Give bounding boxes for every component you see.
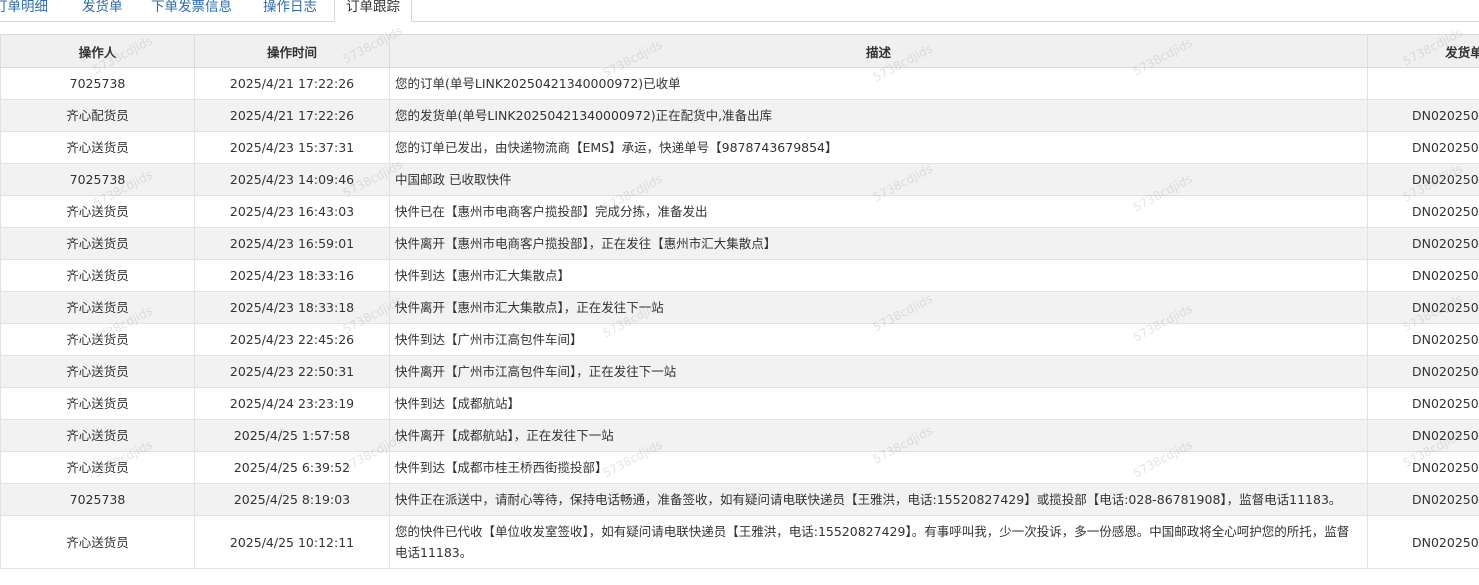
tab-bar: 订单明细 发货单 下单发票信息 操作日志 订单跟踪: [0, 0, 1479, 22]
cell-shipment: DN0202504: [1367, 355, 1479, 388]
table-row[interactable]: 齐心送货员 2025/4/24 23:23:19 快件到达【成都航站】 DN02…: [0, 387, 1479, 420]
cell-time: 2025/4/23 18:33:18: [194, 291, 390, 324]
table-row[interactable]: 齐心送货员 2025/4/25 10:12:11 您的快件已代收【单位收发室签收…: [0, 515, 1479, 569]
table-row[interactable]: 齐心送货员 2025/4/23 18:33:18 快件离开【惠州市汇大集散点】，…: [0, 291, 1479, 324]
cell-operator: 齐心送货员: [0, 387, 195, 420]
column-header-description[interactable]: 描述: [389, 34, 1368, 68]
cell-operator: 7025738: [0, 483, 195, 516]
cell-description: 快件离开【广州市江高包件车间】，正在发往下一站: [389, 355, 1368, 388]
cell-shipment: DN0202504: [1367, 515, 1479, 569]
cell-operator: 齐心送货员: [0, 195, 195, 228]
tab-order-detail[interactable]: 订单明细: [0, 0, 48, 22]
cell-time: 2025/4/23 14:09:46: [194, 163, 390, 196]
cell-time: 2025/4/25 10:12:11: [194, 515, 390, 569]
cell-time: 2025/4/21 17:22:26: [194, 67, 390, 100]
cell-shipment: DN0202504: [1367, 259, 1479, 292]
cell-description: 您的发货单(单号LINK20250421340000972)正在配货中,准备出库: [389, 99, 1368, 132]
table-row[interactable]: 齐心送货员 2025/4/23 22:50:31 快件离开【广州市江高包件车间】…: [0, 355, 1479, 388]
cell-shipment: DN0202504: [1367, 131, 1479, 164]
table-row[interactable]: 齐心送货员 2025/4/25 6:39:52 快件到达【成都市桂王桥西街揽投部…: [0, 451, 1479, 484]
cell-description: 您的订单已发出，由快递物流商【EMS】承运，快递单号【9878743679854…: [389, 131, 1368, 164]
cell-operator: 7025738: [0, 67, 195, 100]
cell-shipment: DN0202504: [1367, 451, 1479, 484]
column-header-operator[interactable]: 操作人: [0, 34, 195, 68]
cell-shipment: DN0202504: [1367, 419, 1479, 452]
cell-operator: 齐心送货员: [0, 355, 195, 388]
cell-time: 2025/4/25 8:19:03: [194, 483, 390, 516]
cell-operator: 齐心送货员: [0, 259, 195, 292]
table-row[interactable]: 齐心配货员 2025/4/21 17:22:26 您的发货单(单号LINK202…: [0, 99, 1479, 132]
table-row[interactable]: 7025738 2025/4/21 17:22:26 您的订单(单号LINK20…: [0, 67, 1479, 100]
cell-description: 快件到达【成都航站】: [389, 387, 1368, 420]
tracking-grid: 操作人 操作时间 描述 发货单 7025738 2025/4/21 17:22:…: [0, 34, 1479, 585]
tab-order-tracking[interactable]: 订单跟踪: [334, 0, 412, 22]
cell-operator: 齐心送货员: [0, 131, 195, 164]
cell-description: 快件到达【成都市桂王桥西街揽投部】: [389, 451, 1368, 484]
cell-description: 快件离开【惠州市汇大集散点】，正在发往下一站: [389, 291, 1368, 324]
cell-description: 您的订单(单号LINK20250421340000972)已收单: [389, 67, 1368, 100]
cell-time: 2025/4/25 6:39:52: [194, 451, 390, 484]
cell-shipment: DN0202504: [1367, 387, 1479, 420]
cell-time: 2025/4/23 16:59:01: [194, 227, 390, 260]
cell-shipment: DN0202504: [1367, 163, 1479, 196]
cell-shipment: DN0202504: [1367, 99, 1479, 132]
table-row[interactable]: 7025738 2025/4/25 8:19:03 快件正在派送中，请耐心等待，…: [0, 483, 1479, 516]
table-body: 7025738 2025/4/21 17:22:26 您的订单(单号LINK20…: [0, 67, 1479, 569]
cell-operator: 齐心送货员: [0, 323, 195, 356]
table-row[interactable]: 齐心送货员 2025/4/23 16:59:01 快件离开【惠州市电商客户揽投部…: [0, 227, 1479, 260]
cell-operator: 齐心送货员: [0, 515, 195, 569]
cell-time: 2025/4/24 23:23:19: [194, 387, 390, 420]
table-row[interactable]: 齐心送货员 2025/4/23 22:45:26 快件到达【广州市江高包件车间】…: [0, 323, 1479, 356]
cell-shipment: DN0202504: [1367, 483, 1479, 516]
cell-operator: 7025738: [0, 163, 195, 196]
cell-shipment: DN0202504: [1367, 195, 1479, 228]
cell-shipment: [1367, 67, 1479, 100]
cell-time: 2025/4/21 17:22:26: [194, 99, 390, 132]
table-row[interactable]: 齐心送货员 2025/4/25 1:57:58 快件离开【成都航站】，正在发往下…: [0, 419, 1479, 452]
cell-description: 快件到达【惠州市汇大集散点】: [389, 259, 1368, 292]
cell-shipment: DN0202504: [1367, 323, 1479, 356]
column-header-shipment[interactable]: 发货单: [1367, 34, 1479, 68]
cell-time: 2025/4/23 18:33:16: [194, 259, 390, 292]
tab-invoice-info[interactable]: 下单发票信息: [151, 0, 232, 22]
cell-description: 快件离开【惠州市电商客户揽投部】，正在发往【惠州市汇大集散点】: [389, 227, 1368, 260]
table-row[interactable]: 齐心送货员 2025/4/23 16:43:03 快件已在【惠州市电商客户揽投部…: [0, 195, 1479, 228]
cell-operator: 齐心配货员: [0, 99, 195, 132]
column-header-time[interactable]: 操作时间: [194, 34, 390, 68]
cell-shipment: DN0202504: [1367, 291, 1479, 324]
tab-shipment[interactable]: 发货单: [82, 0, 123, 22]
cell-description: 您的快件已代收【单位收发室签收】，如有疑问请电联快递员【王雅洪，电话:15520…: [389, 515, 1368, 569]
cell-description: 快件离开【成都航站】，正在发往下一站: [389, 419, 1368, 452]
table-row[interactable]: 齐心送货员 2025/4/23 15:37:31 您的订单已发出，由快递物流商【…: [0, 131, 1479, 164]
cell-description: 快件正在派送中，请耐心等待，保持电话畅通，准备签收，如有疑问请电联快递员【王雅洪…: [389, 483, 1368, 516]
cell-description: 中国邮政 已收取快件: [389, 163, 1368, 196]
cell-operator: 齐心送货员: [0, 451, 195, 484]
cell-time: 2025/4/23 22:45:26: [194, 323, 390, 356]
cell-description: 快件到达【广州市江高包件车间】: [389, 323, 1368, 356]
table-row[interactable]: 7025738 2025/4/23 14:09:46 中国邮政 已收取快件 DN…: [0, 163, 1479, 196]
cell-time: 2025/4/25 1:57:58: [194, 419, 390, 452]
cell-operator: 齐心送货员: [0, 291, 195, 324]
cell-time: 2025/4/23 15:37:31: [194, 131, 390, 164]
cell-description: 快件已在【惠州市电商客户揽投部】完成分拣，准备发出: [389, 195, 1368, 228]
cell-shipment: DN0202504: [1367, 227, 1479, 260]
cell-time: 2025/4/23 22:50:31: [194, 355, 390, 388]
cell-operator: 齐心送货员: [0, 419, 195, 452]
table-row[interactable]: 齐心送货员 2025/4/23 18:33:16 快件到达【惠州市汇大集散点】 …: [0, 259, 1479, 292]
cell-operator: 齐心送货员: [0, 227, 195, 260]
tracking-table: 操作人 操作时间 描述 发货单 7025738 2025/4/21 17:22:…: [0, 34, 1479, 569]
cell-time: 2025/4/23 16:43:03: [194, 195, 390, 228]
tab-operation-log[interactable]: 操作日志: [263, 0, 317, 22]
